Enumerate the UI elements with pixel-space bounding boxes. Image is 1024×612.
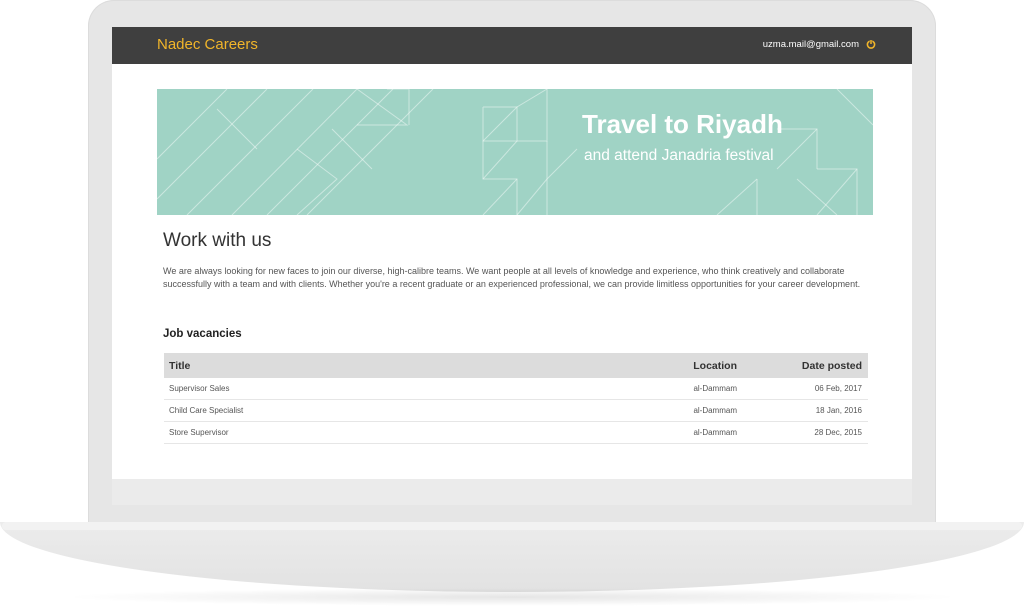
table-row[interactable]: Supervisor Sales al-Dammam 06 Feb, 2017 bbox=[164, 378, 868, 400]
page-title: Work with us bbox=[163, 230, 272, 251]
job-location: al-Dammam bbox=[693, 384, 737, 393]
job-date: 06 Feb, 2017 bbox=[814, 384, 862, 393]
banner-title: Travel to Riyadh bbox=[582, 109, 783, 139]
table-row[interactable]: Store Supervisor al-Dammam 28 Dec, 2015 bbox=[164, 422, 868, 444]
column-header-location[interactable]: Location bbox=[693, 360, 737, 372]
job-title[interactable]: Supervisor Sales bbox=[169, 384, 229, 393]
footer bbox=[112, 479, 912, 505]
job-date: 18 Jan, 2016 bbox=[815, 406, 862, 415]
screen: Nadec Careers uzma.mail@gmail.com Travel… bbox=[112, 27, 912, 505]
laptop-base-edge bbox=[2, 522, 1022, 530]
job-title[interactable]: Store Supervisor bbox=[169, 428, 229, 437]
top-navbar: Nadec Careers uzma.mail@gmail.com bbox=[112, 27, 912, 64]
power-icon[interactable] bbox=[866, 39, 876, 49]
column-header-date[interactable]: Date posted bbox=[802, 360, 862, 372]
table-header: Title Location Date posted bbox=[164, 353, 868, 378]
job-title[interactable]: Child Care Specialist bbox=[169, 406, 243, 415]
table-row[interactable]: Child Care Specialist al-Dammam 18 Jan, … bbox=[164, 400, 868, 422]
laptop-shadow bbox=[60, 588, 964, 606]
user-email[interactable]: uzma.mail@gmail.com bbox=[763, 39, 859, 50]
job-location: al-Dammam bbox=[693, 428, 737, 437]
column-header-title[interactable]: Title bbox=[169, 360, 190, 372]
brand-link[interactable]: Nadec Careers bbox=[157, 36, 258, 53]
promo-banner[interactable]: Travel to Riyadh and attend Janadria fes… bbox=[157, 89, 873, 215]
job-date: 28 Dec, 2015 bbox=[814, 428, 862, 437]
banner-subtitle: and attend Janadria festival bbox=[584, 147, 774, 164]
laptop-base bbox=[0, 522, 1024, 592]
job-location: al-Dammam bbox=[693, 406, 737, 415]
intro-paragraph: We are always looking for new faces to j… bbox=[163, 266, 861, 289]
jobs-table: Title Location Date posted Supervisor Sa… bbox=[164, 353, 868, 444]
jobs-heading: Job vacancies bbox=[163, 328, 242, 340]
